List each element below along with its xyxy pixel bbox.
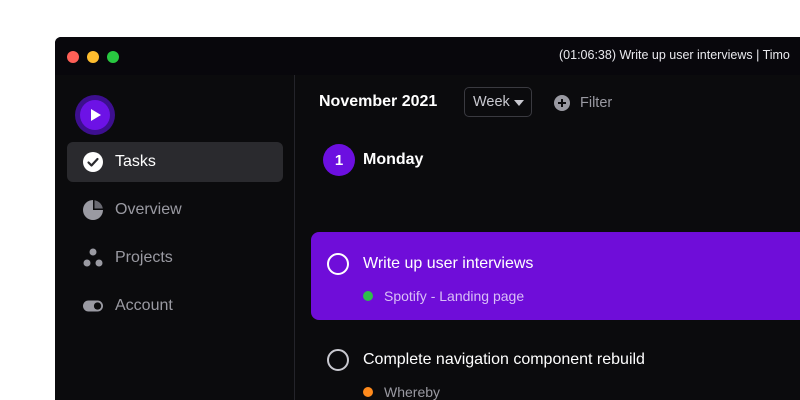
task-project-label: Whereby — [384, 384, 441, 400]
day-number-badge: 1 — [323, 144, 355, 176]
close-window-button[interactable] — [67, 51, 79, 63]
task-title: Write up user interviews — [363, 255, 534, 272]
play-icon — [91, 109, 101, 121]
sidebar: Tasks Overview Projects Account — [55, 75, 295, 400]
sidebar-item-label: Account — [115, 297, 173, 314]
sidebar-item-projects[interactable]: Projects — [67, 238, 283, 278]
title-bar: (01:06:38) Write up user interviews | Ti… — [55, 37, 800, 75]
project-color-dot — [363, 291, 373, 301]
task-project-label: Spotify - Landing page — [384, 288, 525, 304]
plus-circle-icon — [554, 95, 570, 111]
sidebar-item-label: Tasks — [115, 153, 156, 170]
main-panel: November 2021 Week Filter 1 Monday Write… — [295, 75, 800, 400]
task-checkbox[interactable] — [327, 253, 349, 275]
task-item[interactable]: Write up user interviews Spotify - Landi… — [311, 232, 800, 320]
task-checkbox[interactable] — [327, 349, 349, 371]
task-item[interactable]: Complete navigation component rebuild Wh… — [311, 328, 800, 400]
minimize-window-button[interactable] — [87, 51, 99, 63]
task-project: Spotify - Landing page — [363, 288, 524, 304]
project-color-dot — [363, 387, 373, 397]
maximize-window-button[interactable] — [107, 51, 119, 63]
view-select[interactable]: Week — [464, 87, 532, 117]
sidebar-item-account[interactable]: Account — [67, 286, 283, 326]
projects-dots-icon — [83, 248, 103, 268]
window-title: (01:06:38) Write up user interviews | Ti… — [559, 48, 790, 62]
filter-label: Filter — [580, 95, 613, 111]
task-project: Whereby — [363, 384, 440, 400]
view-select-value: Week — [473, 94, 510, 110]
sidebar-item-overview[interactable]: Overview — [67, 190, 283, 230]
sidebar-item-tasks[interactable]: Tasks — [67, 142, 283, 182]
app-window: (01:06:38) Write up user interviews | Ti… — [55, 37, 800, 400]
check-circle-icon — [83, 152, 103, 172]
filter-button[interactable]: Filter — [554, 95, 612, 111]
pie-chart-icon — [83, 200, 103, 220]
toggle-icon — [83, 296, 103, 316]
chevron-down-icon — [514, 100, 524, 106]
day-heading: Monday — [363, 151, 424, 168]
app-logo[interactable] — [75, 95, 115, 135]
sidebar-item-label: Projects — [115, 249, 173, 266]
sidebar-item-label: Overview — [115, 201, 182, 218]
page-title: November 2021 — [319, 93, 438, 110]
task-title: Complete navigation component rebuild — [363, 351, 645, 368]
